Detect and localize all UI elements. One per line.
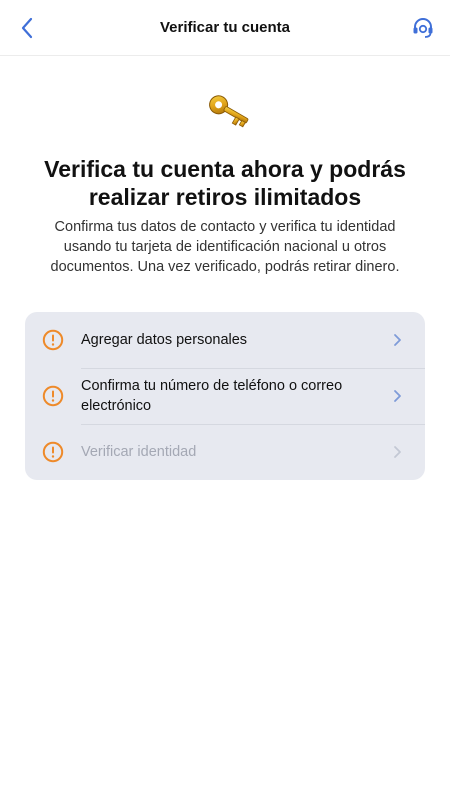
chevron-right-icon: [394, 334, 401, 346]
verification-steps-card: Agregar datos personales Confirma tu núm…: [25, 312, 425, 480]
step-label: Agregar datos personales: [81, 332, 248, 348]
warning-circle-icon: [42, 385, 64, 407]
step-confirm-contact[interactable]: Confirma tu número de teléfono o correo …: [25, 368, 425, 424]
headline: Verifica tu cuenta ahora y podrás realiz…: [44, 156, 406, 210]
description-text: Confirma tus datos de contacto y verific…: [50, 219, 400, 275]
step-label: Verificar identidad: [81, 444, 197, 460]
step-add-personal-data[interactable]: Agregar datos personales: [25, 312, 425, 368]
key-icon: [209, 95, 249, 128]
chevron-right-icon: [394, 446, 401, 458]
page-title: Verificar tu cuenta: [159, 19, 291, 36]
support-button[interactable]: [410, 14, 436, 42]
chevron-left-icon: [21, 17, 33, 39]
warning-circle-icon: [42, 441, 64, 463]
step-verify-identity[interactable]: Verificar identidad: [25, 424, 425, 480]
step-label: Confirma tu número de teléfono o correo …: [81, 378, 343, 414]
chevron-right-icon: [394, 390, 401, 402]
headset-support-icon: [413, 18, 433, 38]
top-bar: Verificar tu cuenta: [0, 0, 450, 56]
warning-circle-icon: [42, 329, 64, 351]
back-button[interactable]: [14, 14, 40, 42]
